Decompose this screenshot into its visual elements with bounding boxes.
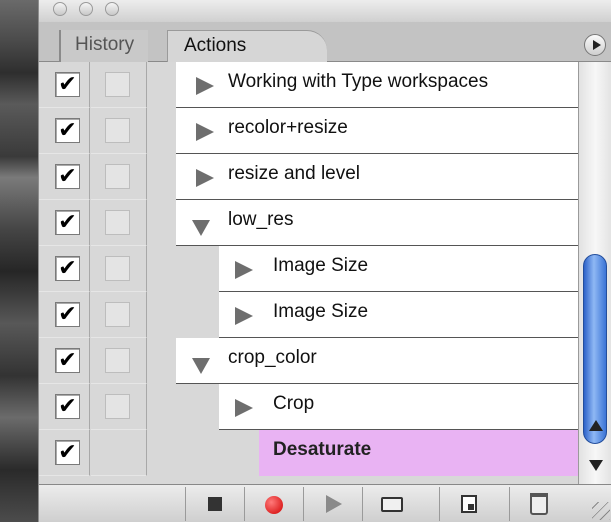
expand-triangle-icon[interactable] [196,123,214,141]
delete-button[interactable] [509,487,567,521]
toggle-checkbox[interactable]: ✔ [55,118,80,143]
tab-bar: History Actions [39,22,611,62]
resize-grip-icon[interactable] [592,502,610,520]
zoom-button[interactable] [105,2,119,16]
action-label: low_res [228,209,294,230]
actions-panel: History Actions ✔ Working with Type work… [38,0,611,522]
expand-triangle-icon[interactable] [235,399,253,417]
toggle-checkbox[interactable]: ✔ [55,302,80,327]
action-row[interactable]: ✔ Image Size [39,292,578,338]
action-row[interactable]: ✔ Working with Type workspaces [39,62,578,108]
action-row[interactable]: ✔ recolor+resize [39,108,578,154]
action-label: Crop [273,393,315,414]
action-label: recolor+resize [228,117,348,138]
action-row[interactable]: ✔ Image Size [39,246,578,292]
expand-triangle-icon[interactable] [196,169,214,187]
toggle-checkbox[interactable]: ✔ [55,164,80,189]
dialog-toggle[interactable] [105,118,130,143]
collapse-triangle-icon[interactable] [192,358,210,374]
trash-icon [530,493,548,515]
folder-icon [381,497,403,512]
panel-titlebar [39,0,611,22]
toggle-checkbox[interactable]: ✔ [55,210,80,235]
expand-triangle-icon[interactable] [196,77,214,95]
expand-triangle-icon[interactable] [235,261,253,279]
action-label: Image Size [273,301,369,322]
action-row[interactable]: ✔ low_res [39,200,578,246]
list-item[interactable]: resize and level [176,154,578,200]
action-label: Working with Type workspaces [228,71,489,92]
scroll-up-icon[interactable] [589,420,603,431]
action-label: crop_color [228,347,317,368]
scroll-down-icon[interactable] [589,460,603,471]
dialog-toggle[interactable] [105,256,130,281]
stop-icon [208,497,222,511]
record-icon [265,496,283,514]
action-row[interactable]: ✔ Crop [39,384,578,430]
list-item-selected[interactable]: Desaturate [259,430,578,476]
dialog-toggle[interactable] [105,394,130,419]
close-button[interactable] [53,2,67,16]
action-label: resize and level [228,163,361,184]
list-item[interactable]: Working with Type workspaces [176,62,578,108]
list-item[interactable]: low_res [176,200,578,246]
dialog-toggle[interactable] [105,348,130,373]
list-item[interactable]: crop_color [176,338,578,384]
tab-actions[interactable]: Actions [167,30,327,62]
tab-history[interactable]: History [59,30,149,62]
list-item[interactable]: recolor+resize [176,108,578,154]
play-button[interactable] [303,487,361,521]
new-action-button[interactable] [439,487,497,521]
action-row[interactable]: ✔ Desaturate [39,430,578,476]
panel-menu-icon[interactable] [584,34,606,56]
action-label: Desaturate [273,439,372,460]
dialog-toggle[interactable] [105,72,130,97]
toggle-checkbox[interactable]: ✔ [55,72,80,97]
action-row[interactable]: ✔ resize and level [39,154,578,200]
toggle-checkbox[interactable]: ✔ [55,256,80,281]
new-set-button[interactable] [362,487,420,521]
toggle-checkbox[interactable]: ✔ [55,394,80,419]
list-item[interactable]: Image Size [219,246,578,292]
action-row[interactable]: ✔ crop_color [39,338,578,384]
dialog-toggle[interactable] [105,210,130,235]
toggle-checkbox[interactable]: ✔ [55,440,80,465]
stop-button[interactable] [185,487,243,521]
actions-list: ✔ Working with Type workspaces ✔ recolor… [39,62,578,484]
dialog-toggle[interactable] [105,164,130,189]
new-action-icon [461,495,477,513]
collapse-triangle-icon[interactable] [192,220,210,236]
action-label: Image Size [273,255,369,276]
vertical-scrollbar[interactable] [578,62,611,484]
dialog-toggle[interactable] [105,302,130,327]
actions-toolbar [39,484,611,522]
list-item[interactable]: Crop [219,384,578,430]
minimize-button[interactable] [79,2,93,16]
expand-triangle-icon[interactable] [235,307,253,325]
toggle-checkbox[interactable]: ✔ [55,348,80,373]
record-button[interactable] [244,487,302,521]
scroll-thumb[interactable] [583,254,607,444]
play-icon [326,495,342,513]
list-item[interactable]: Image Size [219,292,578,338]
